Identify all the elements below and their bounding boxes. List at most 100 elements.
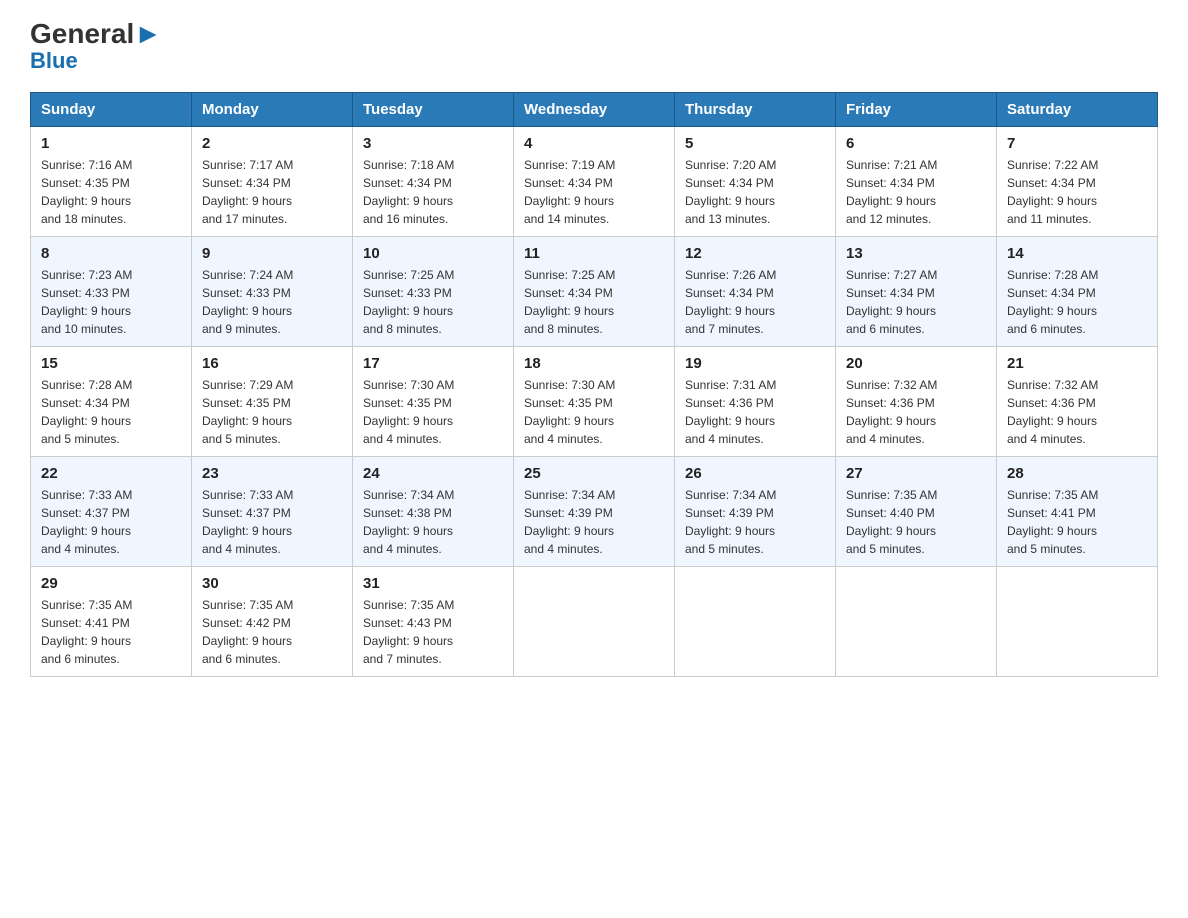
calendar-cell: 4 Sunrise: 7:19 AMSunset: 4:34 PMDaylight…	[514, 127, 675, 237]
header-sunday: Sunday	[31, 93, 192, 127]
day-info: Sunrise: 7:28 AMSunset: 4:34 PMDaylight:…	[1007, 266, 1147, 338]
day-info: Sunrise: 7:35 AMSunset: 4:43 PMDaylight:…	[363, 596, 503, 668]
day-number: 28	[1007, 465, 1147, 482]
calendar-cell: 7 Sunrise: 7:22 AMSunset: 4:34 PMDaylight…	[997, 127, 1158, 237]
week-row-4: 22Sunrise: 7:33 AMSunset: 4:37 PMDayligh…	[31, 457, 1158, 567]
header-monday: Monday	[192, 93, 353, 127]
day-number: 19	[685, 355, 825, 372]
calendar-cell	[836, 567, 997, 677]
day-number: 26	[685, 465, 825, 482]
day-info: Sunrise: 7:18 AMSunset: 4:34 PMDaylight:…	[363, 156, 503, 228]
calendar-header-row: SundayMondayTuesdayWednesdayThursdayFrid…	[31, 93, 1158, 127]
day-number: 14	[1007, 245, 1147, 262]
day-info: Sunrise: 7:24 AMSunset: 4:33 PMDaylight:…	[202, 266, 342, 338]
calendar-cell: 28 Sunrise: 7:35 AMSunset: 4:41 PMDayligh…	[997, 457, 1158, 567]
logo: General► Blue	[30, 20, 162, 74]
day-info: Sunrise: 7:26 AMSunset: 4:34 PMDaylight:…	[685, 266, 825, 338]
week-row-1: 1 Sunrise: 7:16 AMSunset: 4:35 PMDaylight…	[31, 127, 1158, 237]
calendar-cell	[514, 567, 675, 677]
calendar-cell: 17 Sunrise: 7:30 AMSunset: 4:35 PMDayligh…	[353, 347, 514, 457]
day-info: Sunrise: 7:31 AMSunset: 4:36 PMDaylight:…	[685, 376, 825, 448]
day-number: 3	[363, 135, 503, 152]
logo-general: General►	[30, 20, 162, 48]
day-info: Sunrise: 7:23 AMSunset: 4:33 PMDaylight:…	[41, 266, 181, 338]
day-number: 18	[524, 355, 664, 372]
day-info: Sunrise: 7:22 AMSunset: 4:34 PMDaylight:…	[1007, 156, 1147, 228]
day-number: 8	[41, 245, 181, 262]
calendar-cell: 18Sunrise: 7:30 AMSunset: 4:35 PMDayligh…	[514, 347, 675, 457]
day-info: Sunrise: 7:16 AMSunset: 4:35 PMDaylight:…	[41, 156, 181, 228]
day-info: Sunrise: 7:32 AMSunset: 4:36 PMDaylight:…	[846, 376, 986, 448]
calendar-cell: 22Sunrise: 7:33 AMSunset: 4:37 PMDayligh…	[31, 457, 192, 567]
day-info: Sunrise: 7:19 AMSunset: 4:34 PMDaylight:…	[524, 156, 664, 228]
day-number: 2	[202, 135, 342, 152]
day-info: Sunrise: 7:25 AMSunset: 4:33 PMDaylight:…	[363, 266, 503, 338]
logo-arrow: ►	[134, 18, 162, 49]
calendar-cell	[675, 567, 836, 677]
calendar-cell: 25 Sunrise: 7:34 AMSunset: 4:39 PMDayligh…	[514, 457, 675, 567]
calendar-cell: 23Sunrise: 7:33 AMSunset: 4:37 PMDayligh…	[192, 457, 353, 567]
calendar-cell: 21 Sunrise: 7:32 AMSunset: 4:36 PMDayligh…	[997, 347, 1158, 457]
day-number: 21	[1007, 355, 1147, 372]
day-info: Sunrise: 7:35 AMSunset: 4:41 PMDaylight:…	[41, 596, 181, 668]
day-info: Sunrise: 7:35 AMSunset: 4:42 PMDaylight:…	[202, 596, 342, 668]
day-info: Sunrise: 7:34 AMSunset: 4:39 PMDaylight:…	[524, 486, 664, 558]
day-number: 1	[41, 135, 181, 152]
calendar-cell: 16 Sunrise: 7:29 AMSunset: 4:35 PMDayligh…	[192, 347, 353, 457]
day-info: Sunrise: 7:35 AMSunset: 4:40 PMDaylight:…	[846, 486, 986, 558]
calendar-cell: 30 Sunrise: 7:35 AMSunset: 4:42 PMDayligh…	[192, 567, 353, 677]
day-info: Sunrise: 7:28 AMSunset: 4:34 PMDaylight:…	[41, 376, 181, 448]
calendar-cell: 13Sunrise: 7:27 AMSunset: 4:34 PMDayligh…	[836, 237, 997, 347]
day-info: Sunrise: 7:27 AMSunset: 4:34 PMDaylight:…	[846, 266, 986, 338]
day-info: Sunrise: 7:34 AMSunset: 4:39 PMDaylight:…	[685, 486, 825, 558]
calendar-cell: 20 Sunrise: 7:32 AMSunset: 4:36 PMDayligh…	[836, 347, 997, 457]
header-friday: Friday	[836, 93, 997, 127]
day-number: 12	[685, 245, 825, 262]
day-info: Sunrise: 7:29 AMSunset: 4:35 PMDaylight:…	[202, 376, 342, 448]
calendar-cell: 31Sunrise: 7:35 AMSunset: 4:43 PMDayligh…	[353, 567, 514, 677]
day-number: 6	[846, 135, 986, 152]
calendar-cell: 6 Sunrise: 7:21 AMSunset: 4:34 PMDaylight…	[836, 127, 997, 237]
calendar-cell: 5 Sunrise: 7:20 AMSunset: 4:34 PMDaylight…	[675, 127, 836, 237]
day-number: 4	[524, 135, 664, 152]
day-number: 25	[524, 465, 664, 482]
day-info: Sunrise: 7:20 AMSunset: 4:34 PMDaylight:…	[685, 156, 825, 228]
day-number: 29	[41, 575, 181, 592]
logo-blue: Blue	[30, 48, 78, 74]
day-info: Sunrise: 7:35 AMSunset: 4:41 PMDaylight:…	[1007, 486, 1147, 558]
day-info: Sunrise: 7:17 AMSunset: 4:34 PMDaylight:…	[202, 156, 342, 228]
calendar-cell: 9 Sunrise: 7:24 AMSunset: 4:33 PMDaylight…	[192, 237, 353, 347]
day-info: Sunrise: 7:32 AMSunset: 4:36 PMDaylight:…	[1007, 376, 1147, 448]
day-number: 30	[202, 575, 342, 592]
header-tuesday: Tuesday	[353, 93, 514, 127]
calendar-cell: 14 Sunrise: 7:28 AMSunset: 4:34 PMDayligh…	[997, 237, 1158, 347]
day-number: 24	[363, 465, 503, 482]
calendar-cell: 19 Sunrise: 7:31 AMSunset: 4:36 PMDayligh…	[675, 347, 836, 457]
calendar-cell: 3 Sunrise: 7:18 AMSunset: 4:34 PMDaylight…	[353, 127, 514, 237]
day-number: 17	[363, 355, 503, 372]
day-info: Sunrise: 7:30 AMSunset: 4:35 PMDaylight:…	[363, 376, 503, 448]
day-number: 16	[202, 355, 342, 372]
day-number: 20	[846, 355, 986, 372]
day-number: 5	[685, 135, 825, 152]
day-info: Sunrise: 7:33 AMSunset: 4:37 PMDaylight:…	[202, 486, 342, 558]
calendar-cell: 11Sunrise: 7:25 AMSunset: 4:34 PMDayligh…	[514, 237, 675, 347]
calendar-table: SundayMondayTuesdayWednesdayThursdayFrid…	[30, 92, 1158, 677]
day-number: 9	[202, 245, 342, 262]
day-number: 11	[524, 245, 664, 262]
day-number: 15	[41, 355, 181, 372]
day-number: 10	[363, 245, 503, 262]
week-row-5: 29 Sunrise: 7:35 AMSunset: 4:41 PMDayligh…	[31, 567, 1158, 677]
day-info: Sunrise: 7:21 AMSunset: 4:34 PMDaylight:…	[846, 156, 986, 228]
header-saturday: Saturday	[997, 93, 1158, 127]
header-thursday: Thursday	[675, 93, 836, 127]
calendar-cell	[997, 567, 1158, 677]
calendar-cell: 12 Sunrise: 7:26 AMSunset: 4:34 PMDayligh…	[675, 237, 836, 347]
day-number: 7	[1007, 135, 1147, 152]
week-row-3: 15 Sunrise: 7:28 AMSunset: 4:34 PMDayligh…	[31, 347, 1158, 457]
page-header: General► Blue	[30, 20, 1158, 74]
calendar-cell: 27 Sunrise: 7:35 AMSunset: 4:40 PMDayligh…	[836, 457, 997, 567]
day-number: 27	[846, 465, 986, 482]
calendar-cell: 10 Sunrise: 7:25 AMSunset: 4:33 PMDayligh…	[353, 237, 514, 347]
calendar-cell: 15 Sunrise: 7:28 AMSunset: 4:34 PMDayligh…	[31, 347, 192, 457]
